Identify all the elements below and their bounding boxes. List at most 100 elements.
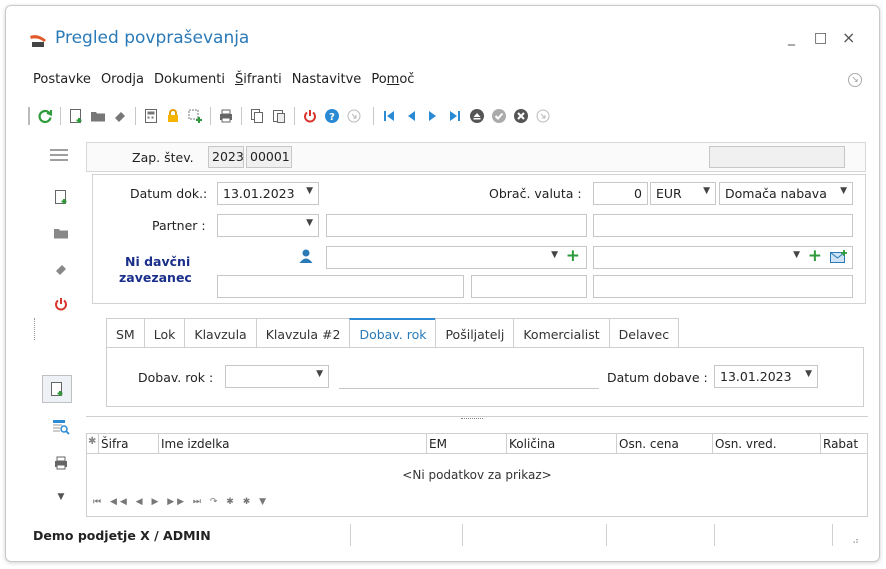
copy-icon[interactable] xyxy=(246,105,268,127)
tab-delavec[interactable]: Delavec xyxy=(608,318,680,348)
chevron-down-icon[interactable]: ▼ xyxy=(306,218,313,228)
grid-navigator[interactable]: ⏮ ◀◀ ◀ ▶ ▶▶ ⏭ ↷ ✱ ✱ ▼ xyxy=(93,497,269,507)
column-header-kolicina[interactable]: Količina xyxy=(507,434,617,454)
new-row-indicator-icon[interactable]: ✱ xyxy=(87,434,99,454)
refresh-icon[interactable] xyxy=(34,105,56,127)
window-title: Pregled povpraševanja xyxy=(55,28,250,48)
date-field[interactable]: 13.01.2023 ▼ xyxy=(217,182,319,205)
status-company-user: Demo podjetje X / ADMIN xyxy=(33,528,211,543)
toolbar-grip xyxy=(28,107,30,125)
print-icon[interactable] xyxy=(215,105,237,127)
lock-icon[interactable] xyxy=(162,105,184,127)
chevron-down-icon[interactable]: ▼ xyxy=(316,369,323,379)
column-header-rabat[interactable]: Rabat xyxy=(821,434,867,454)
tab-klavzula[interactable]: Klavzula xyxy=(184,318,256,348)
contact-person-icon[interactable] xyxy=(298,248,314,267)
circle-arrow-icon[interactable] xyxy=(343,105,365,127)
column-header-osn-vred[interactable]: Osn. vred. xyxy=(713,434,821,454)
side-power-icon[interactable] xyxy=(48,293,74,315)
tab-komercialist[interactable]: Komercialist xyxy=(513,318,609,348)
close-button[interactable]: × xyxy=(842,28,855,47)
chevron-down-icon[interactable]: ▼ xyxy=(306,186,313,196)
currency-amount-field[interactable]: 0 xyxy=(593,182,648,205)
chevron-down-icon[interactable]: ▼ xyxy=(840,186,847,196)
maximize-button[interactable]: □ xyxy=(814,30,827,46)
circle-arrow-right-icon[interactable] xyxy=(532,105,554,127)
currency-code-select[interactable]: EUR ▼ xyxy=(650,182,716,205)
tab-dobav-rok[interactable]: Dobav. rok xyxy=(349,318,436,348)
partner-name-field[interactable] xyxy=(326,214,587,237)
next-record-icon[interactable] xyxy=(422,105,444,127)
side-table-search-icon[interactable] xyxy=(48,416,74,438)
resize-grip-icon[interactable]: ⣠ xyxy=(852,534,859,544)
side-eraser-icon[interactable] xyxy=(48,258,74,280)
menu-dokumenti[interactable]: Dokumenti xyxy=(154,72,225,92)
help-icon[interactable]: ? xyxy=(321,105,343,127)
menu-sifranti[interactable]: Šifranti xyxy=(235,72,282,92)
address-field-1[interactable] xyxy=(217,275,464,298)
eraser-icon[interactable] xyxy=(109,105,131,127)
calculator-icon[interactable] xyxy=(140,105,162,127)
cancel-icon[interactable] xyxy=(510,105,532,127)
address-field-2[interactable] xyxy=(471,275,587,298)
menu-pomoc[interactable]: Pomoč xyxy=(371,72,414,92)
partner-select[interactable]: ▼ xyxy=(217,214,319,237)
chevron-down-icon[interactable]: ▼ xyxy=(703,186,710,196)
toolbar-separator xyxy=(294,107,295,125)
column-header-em[interactable]: EM xyxy=(427,434,507,454)
status-separator xyxy=(714,524,715,546)
procurement-type-select[interactable]: Domača nabava ▼ xyxy=(719,182,853,205)
power-icon[interactable] xyxy=(299,105,321,127)
last-record-icon[interactable] xyxy=(444,105,466,127)
new-document-icon[interactable] xyxy=(65,105,87,127)
column-header-ime-izdelka[interactable]: Ime izdelka xyxy=(159,434,427,454)
add-contact-icon[interactable]: + xyxy=(566,247,580,266)
first-record-icon[interactable] xyxy=(378,105,400,127)
section-divider xyxy=(86,416,868,417)
tab-klavzula-2[interactable]: Klavzula #2 xyxy=(255,318,350,348)
mail-add-icon[interactable] xyxy=(830,250,848,267)
status-separator xyxy=(462,524,463,546)
menu-orodja[interactable]: Orodja xyxy=(101,72,144,92)
eject-icon[interactable] xyxy=(466,105,488,127)
delivery-term-description-line[interactable] xyxy=(339,388,599,389)
side-new-document-icon[interactable] xyxy=(48,186,74,208)
doc-number-field[interactable]: 00001 xyxy=(246,146,292,168)
side-more-chevron-icon[interactable]: ▼ xyxy=(48,486,74,508)
tab-posiljatelj[interactable]: Pošiljatelj xyxy=(435,318,514,348)
tab-sm[interactable]: SM xyxy=(106,318,144,348)
side-open-folder-icon[interactable] xyxy=(48,222,74,244)
chevron-down-icon[interactable]: ▼ xyxy=(805,369,812,379)
minimize-button[interactable]: _ xyxy=(788,30,795,46)
chevron-down-icon[interactable]: ▼ xyxy=(793,250,800,260)
detail-tabs: SM Lok Klavzula Klavzula #2 Dobav. rok P… xyxy=(106,318,680,348)
chevron-down-icon[interactable]: ▼ xyxy=(551,250,558,260)
contact-extra-select[interactable]: ▼ + xyxy=(593,246,853,269)
address-field-3[interactable] xyxy=(593,275,853,298)
menu-postavke[interactable]: Postavke xyxy=(33,72,91,92)
add-item-icon[interactable]: + xyxy=(808,247,822,266)
splitter-handle[interactable] xyxy=(34,318,35,340)
menu-bar: Postavke Orodja Dokumenti Šifranti Nasta… xyxy=(33,72,424,92)
delivery-date-field[interactable]: 13.01.2023 ▼ xyxy=(714,365,818,388)
splitter-grip[interactable] xyxy=(461,418,483,421)
side-print-icon[interactable] xyxy=(48,452,74,474)
document-form: Datum dok.: 13.01.2023 ▼ Obrač. valuta : … xyxy=(92,174,866,304)
delivery-term-select[interactable]: ▼ xyxy=(225,365,329,388)
hamburger-menu-icon[interactable] xyxy=(46,144,72,166)
paste-icon[interactable] xyxy=(268,105,290,127)
prev-record-icon[interactable] xyxy=(400,105,422,127)
confirm-icon[interactable] xyxy=(488,105,510,127)
menu-nastavitve[interactable]: Nastavitve xyxy=(292,72,362,92)
tab-lok[interactable]: Lok xyxy=(143,318,185,348)
contact-select[interactable]: ▼ + xyxy=(326,246,587,269)
toolbar-separator xyxy=(60,107,61,125)
grid-add-icon[interactable] xyxy=(184,105,206,127)
column-header-osn-cena[interactable]: Osn. cena xyxy=(617,434,713,454)
collapse-ribbon-icon[interactable]: ↘ xyxy=(848,73,862,87)
doc-year-field[interactable]: 2023 xyxy=(208,146,244,168)
side-new-item-button[interactable] xyxy=(42,375,72,403)
partner-extra-field[interactable] xyxy=(593,214,853,237)
column-header-sifra[interactable]: Šifra xyxy=(99,434,159,454)
open-folder-icon[interactable] xyxy=(87,105,109,127)
